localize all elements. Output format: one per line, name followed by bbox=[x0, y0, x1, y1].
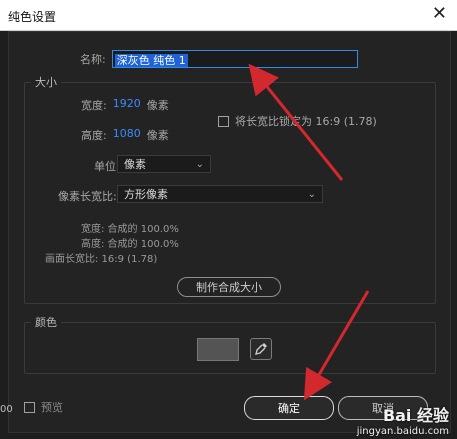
window-title: 纯色设置 bbox=[8, 10, 57, 24]
close-icon[interactable]: ✕ bbox=[432, 3, 447, 24]
unit-label: 单位: bbox=[94, 160, 120, 173]
pixel-aspect-dropdown-value: 方形像素 bbox=[124, 188, 168, 201]
height-unit: 像素 bbox=[146, 129, 169, 142]
chevron-down-icon: ⌄ bbox=[195, 158, 204, 170]
preview-row: 预览 bbox=[24, 399, 63, 415]
lock-aspect-row: 将长宽比锁定为 16:9 (1.78) bbox=[218, 113, 377, 129]
color-group-title: 颜色 bbox=[31, 314, 61, 330]
unit-dropdown-value: 像素 bbox=[124, 158, 146, 171]
watermark-brand: Bai 经验 bbox=[382, 406, 449, 425]
pixel-aspect-dropdown[interactable]: 方形像素 ⌄ bbox=[117, 185, 323, 203]
title-bar: 纯色设置 ✕ bbox=[0, 0, 457, 31]
width-label: 宽度: bbox=[81, 99, 107, 112]
unit-label-row: 单位: bbox=[94, 158, 120, 174]
color-swatch[interactable] bbox=[197, 338, 239, 361]
lock-aspect-label: 将长宽比锁定为 16:9 (1.78) bbox=[235, 115, 377, 128]
watermark: Bai 经验 jingyan.baidu.com bbox=[357, 402, 449, 437]
name-input[interactable]: 深灰色 纯色 1 bbox=[111, 50, 358, 68]
height-row: 高度: 1080 像素 bbox=[81, 127, 169, 143]
info-frame-aspect: 画面长宽比: 16:9 (1.78) bbox=[45, 254, 158, 265]
preview-label: 预览 bbox=[41, 401, 63, 414]
watermark-url: jingyan.baidu.com bbox=[356, 426, 449, 437]
eyedropper-icon[interactable] bbox=[250, 338, 272, 360]
size-group-title: 大小 bbox=[31, 74, 61, 90]
preview-checkbox[interactable] bbox=[24, 401, 35, 413]
width-value[interactable]: 1920 bbox=[113, 97, 141, 113]
name-input-value: 深灰色 纯色 1 bbox=[114, 54, 188, 67]
chevron-down-icon: ⌄ bbox=[307, 188, 316, 200]
height-value[interactable]: 1080 bbox=[113, 127, 141, 143]
width-unit: 像素 bbox=[146, 99, 169, 112]
left-edge-stub: 00 bbox=[0, 404, 13, 415]
pixel-aspect-label: 像素长宽比: bbox=[58, 190, 117, 203]
name-row: 名称: 深灰色 纯色 1 bbox=[80, 50, 358, 68]
lock-aspect-checkbox[interactable] bbox=[218, 115, 229, 127]
unit-dropdown[interactable]: 像素 ⌄ bbox=[117, 155, 211, 173]
make-comp-size-button[interactable]: 制作合成大小 bbox=[177, 277, 281, 297]
pixel-aspect-label-row: 像素长宽比: bbox=[58, 188, 117, 204]
ok-button[interactable]: 确定 bbox=[244, 396, 334, 420]
width-row: 宽度: 1920 像素 bbox=[81, 97, 169, 113]
name-label: 名称: bbox=[80, 53, 106, 66]
info-height: 高度: 合成的 100.0% bbox=[81, 239, 179, 250]
info-width: 宽度: 合成的 100.0% bbox=[81, 224, 179, 235]
height-label: 高度: bbox=[81, 129, 107, 142]
